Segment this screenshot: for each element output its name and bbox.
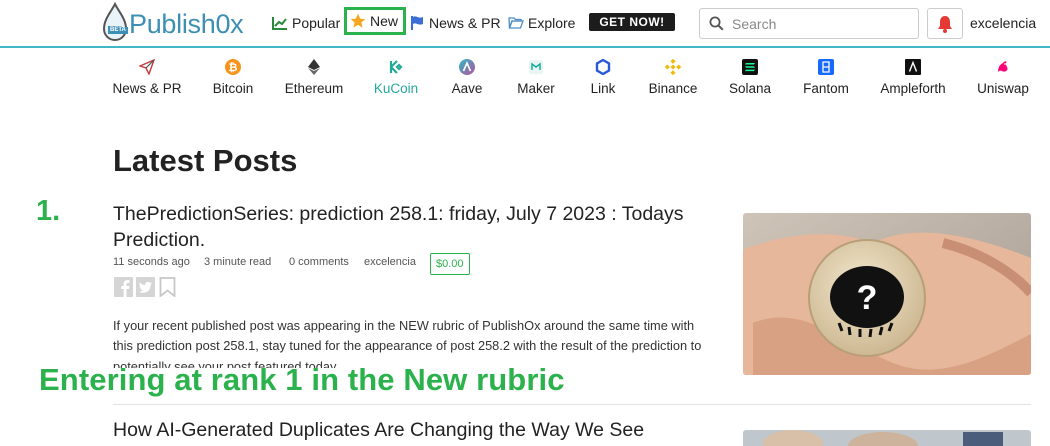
search-icon: [709, 16, 724, 31]
solana-icon: [741, 58, 759, 76]
svg-text:₿: ₿: [229, 61, 238, 74]
publish0x-logo[interactable]: BETA Publish0x: [100, 2, 256, 44]
post-time-ago: 11 seconds ago: [113, 256, 190, 268]
chainlink-icon: [594, 58, 612, 76]
nav-new[interactable]: New: [344, 7, 407, 35]
post-comments-link[interactable]: 0 comments: [289, 256, 349, 268]
logo-drop-icon: [102, 2, 128, 41]
category-ampleforth[interactable]: Ampleforth: [868, 58, 958, 96]
paper-plane-icon: [138, 58, 156, 76]
ampleforth-icon: [904, 58, 922, 76]
logo-beta-badge: BETA: [108, 27, 128, 34]
chart-icon: [272, 17, 287, 30]
post-author-link[interactable]: excelencia: [364, 256, 416, 268]
maker-icon: [527, 58, 545, 76]
ethereum-icon: [305, 58, 323, 76]
username-menu[interactable]: excelencia: [970, 15, 1036, 31]
flag-icon: [411, 16, 423, 30]
category-ethereum[interactable]: Ethereum: [269, 58, 359, 96]
nav-explore-label: Explore: [528, 15, 576, 31]
rank-annotation: 1.: [36, 195, 61, 227]
post-divider: [113, 404, 1031, 405]
post-thumbnail[interactable]: [743, 430, 1031, 446]
category-uniswap[interactable]: Uniswap: [958, 58, 1048, 96]
post-title-link[interactable]: How AI-Generated Duplicates Are Changing…: [113, 419, 644, 442]
nav-explore[interactable]: Explore: [508, 0, 575, 46]
post-read-time: 3 minute read: [204, 256, 272, 268]
bell-icon: [938, 15, 952, 33]
get-now-button[interactable]: GET NOW!: [589, 13, 675, 31]
category-label: Ethereum: [284, 81, 344, 96]
star-icon: [350, 13, 366, 28]
post-thumbnail[interactable]: ?: [743, 213, 1031, 375]
fantom-icon: [817, 58, 835, 76]
category-fantom[interactable]: Fantom: [781, 58, 871, 96]
nav-news-pr-label: News & PR: [429, 15, 501, 31]
page-title: Latest Posts: [113, 143, 298, 178]
category-news-pr[interactable]: News & PR: [102, 58, 192, 96]
nav-news-pr[interactable]: News & PR: [409, 0, 501, 46]
category-bitcoin[interactable]: ₿ Bitcoin: [188, 58, 278, 96]
folder-icon: [508, 17, 524, 29]
category-label: Fantom: [803, 81, 849, 96]
svg-text:?: ?: [857, 279, 878, 317]
post-title-link[interactable]: ThePredictionSeries: prediction 258.1: f…: [113, 201, 723, 253]
category-label: Ampleforth: [880, 81, 946, 96]
bitcoin-icon: ₿: [224, 58, 242, 76]
nav-new-label: New: [370, 13, 399, 29]
twitter-share-icon[interactable]: [136, 277, 155, 297]
uniswap-icon: [994, 58, 1012, 76]
top-navbar: BETA Publish0x Popular New News & PR Exp…: [0, 0, 1050, 48]
kucoin-icon: [387, 58, 405, 76]
aave-icon: [458, 58, 476, 76]
category-label: Uniswap: [977, 81, 1029, 96]
logo-wordmark: Publish0x: [129, 9, 244, 39]
faces-thumbnail-image: [743, 430, 1031, 446]
category-label: News & PR: [112, 81, 182, 96]
binance-icon: [664, 58, 682, 76]
nav-popular-label: Popular: [292, 15, 341, 31]
bookmark-icon[interactable]: [158, 277, 177, 297]
hand-question-coin-image: ?: [743, 213, 1031, 375]
search-box[interactable]: [699, 8, 919, 39]
rank-caption-annotation: Entering at rank 1 in the New rubric: [39, 362, 565, 397]
facebook-share-icon[interactable]: [114, 277, 133, 297]
nav-popular[interactable]: Popular: [272, 0, 340, 46]
post-earnings-badge: $0.00: [430, 253, 470, 275]
post-excerpt: If your recent published post was appear…: [113, 318, 702, 368]
notifications-button[interactable]: [927, 8, 963, 39]
search-input[interactable]: [732, 15, 902, 32]
category-label: Bitcoin: [212, 81, 254, 96]
